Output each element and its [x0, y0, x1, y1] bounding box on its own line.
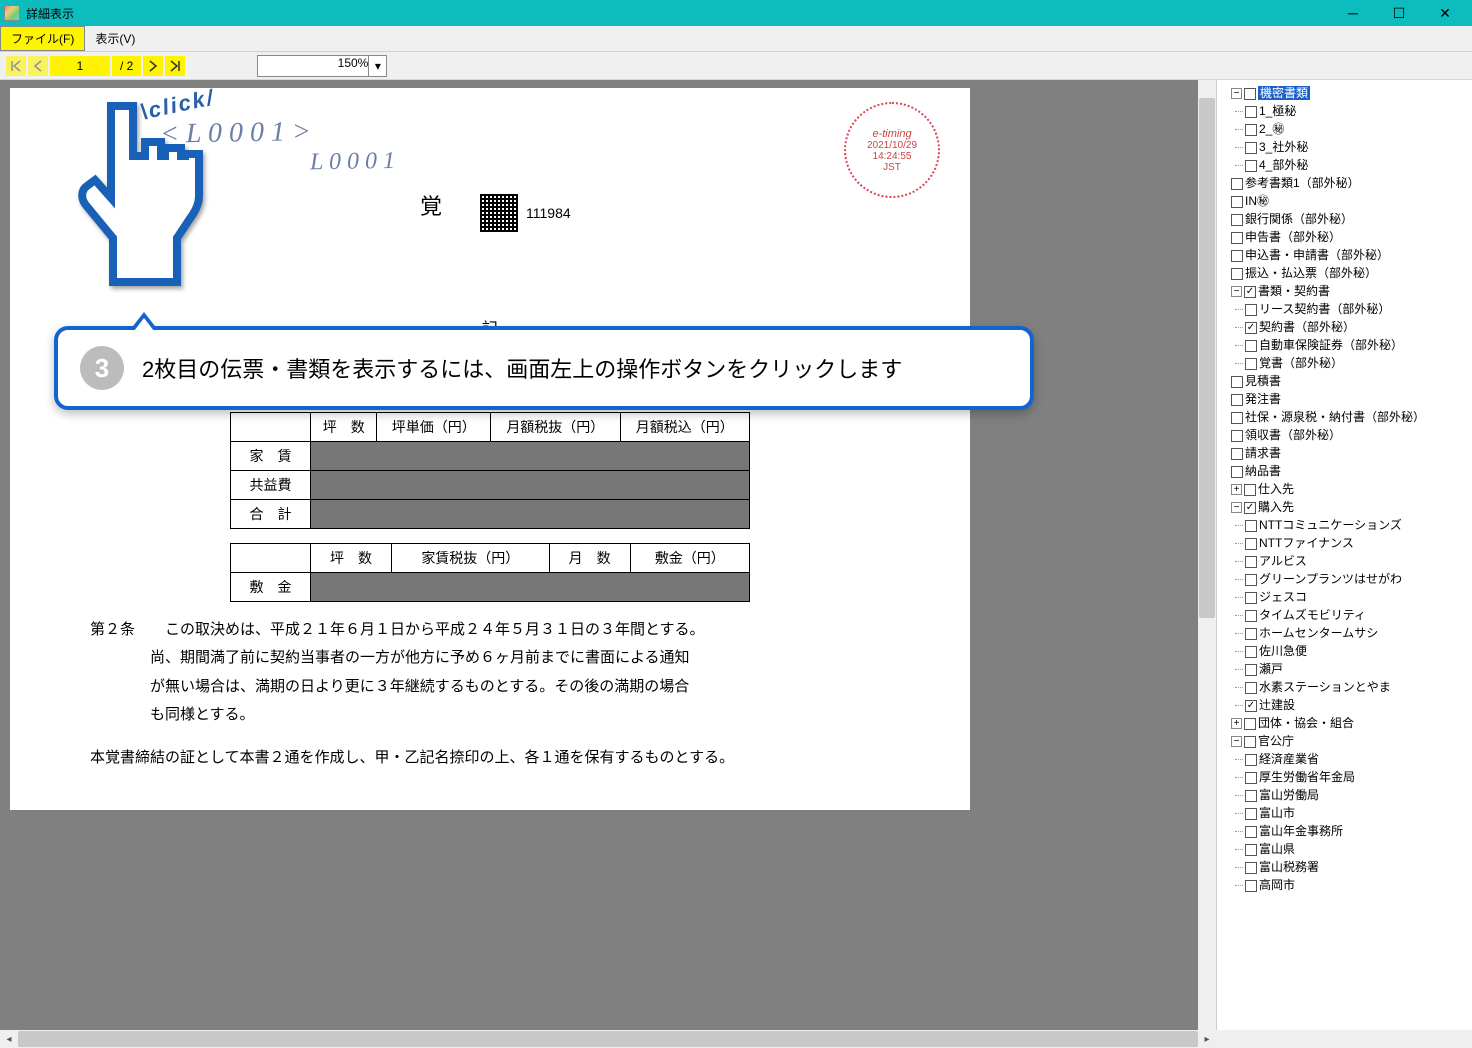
tree-item[interactable]: 1_極秘 [1245, 102, 1472, 120]
tree-item[interactable]: 振込・払込票（部外秘） [1231, 264, 1472, 282]
tree-item[interactable]: 発注書 [1231, 390, 1472, 408]
tree-item[interactable]: 富山年金事務所 [1245, 822, 1472, 840]
tree-item[interactable]: 覚書（部外秘） [1245, 354, 1472, 372]
instruction-callout: 3 2枚目の伝票・書類を表示するには、画面左上の操作ボタンをクリックします [54, 326, 1034, 410]
tree-item[interactable]: 請求書 [1231, 444, 1472, 462]
next-page-icon [148, 60, 158, 72]
chevron-down-icon: ▾ [368, 56, 386, 76]
tree-item[interactable]: 申告書（部外秘） [1231, 228, 1472, 246]
tree-node-purchase[interactable]: −✓購入先 NTTコミュニケーションズ NTTファイナンス アルビス グリーンプ… [1231, 498, 1472, 714]
tree-item[interactable]: リース契約書（部外秘） [1245, 300, 1472, 318]
first-page-icon [10, 60, 22, 72]
tree-item[interactable]: 佐川急便 [1245, 642, 1472, 660]
maximize-button[interactable]: ☐ [1376, 0, 1422, 26]
zoom-select[interactable]: 150% ▾ [257, 55, 387, 77]
instruction-text: 2枚目の伝票・書類を表示するには、画面左上の操作ボタンをクリックします [142, 352, 902, 384]
tree-item[interactable]: NTTコミュニケーションズ [1245, 516, 1472, 534]
category-tree[interactable]: − 機密書類 1_極秘 2_㊙ 3_社外秘 4_部外秘 参考書類1（部外秘） I… [1216, 80, 1472, 1030]
zoom-value: 150% [338, 56, 369, 70]
tree-item[interactable]: 2_㊙ [1245, 120, 1472, 138]
titlebar: 詳細表示 ─ ☐ ✕ [0, 0, 1472, 26]
tree-item[interactable]: 経済産業省 [1245, 750, 1472, 768]
page-number-input[interactable] [50, 56, 110, 76]
tree-item[interactable]: 銀行関係（部外秘） [1231, 210, 1472, 228]
scrollbar-thumb[interactable] [18, 1031, 1198, 1047]
doc-table-2: 坪 数 家賃税抜（円） 月 数 敷金（円） 敷 金 [230, 543, 750, 602]
app-icon [4, 5, 20, 21]
last-page-button[interactable] [165, 56, 185, 76]
tree-item[interactable]: 見積書 [1231, 372, 1472, 390]
page-total-label: / 2 [112, 56, 141, 76]
tree-item[interactable]: タイムズモビリティ [1245, 606, 1472, 624]
qr-icon [480, 194, 518, 232]
menu-view[interactable]: 表示(V) [85, 26, 145, 51]
tree-item[interactable]: 水素ステーションとやま [1245, 678, 1472, 696]
tree-item[interactable]: 申込書・申請書（部外秘） [1231, 246, 1472, 264]
tree-item[interactable]: 自動車保険証券（部外秘） [1245, 336, 1472, 354]
minimize-button[interactable]: ─ [1330, 0, 1376, 26]
doc-article-2: 第２条 この取決めは、平成２１年６月１日から平成２４年５月３１日の３年間とする。… [90, 616, 890, 730]
tree-item[interactable]: 3_社外秘 [1245, 138, 1472, 156]
tree-item[interactable]: 瀬戸 [1245, 660, 1472, 678]
first-page-button[interactable] [6, 56, 26, 76]
tree-item[interactable]: 領収書（部外秘） [1231, 426, 1472, 444]
tree-node-docs[interactable]: −✓書類・契約書 リース契約書（部外秘） ✓契約書（部外秘） 自動車保険証券（部… [1231, 282, 1472, 372]
expander-icon[interactable]: + [1231, 718, 1242, 729]
tree-node-gov[interactable]: − 官公庁 経済産業省 厚生労働省年金局 富山労働局 富山市 富山年金事務所 富… [1231, 732, 1472, 894]
expander-icon[interactable]: − [1231, 88, 1242, 99]
tree-item[interactable]: 富山市 [1245, 804, 1472, 822]
toolbar: / 2 150% ▾ [0, 52, 1472, 80]
menubar: ファイル(F) 表示(V) [0, 26, 1472, 52]
tree-item[interactable]: 参考書類1（部外秘） [1231, 174, 1472, 192]
tree-item[interactable]: NTTファイナンス [1245, 534, 1472, 552]
tree-item[interactable]: 高岡市 [1245, 876, 1472, 894]
tree-item[interactable]: + 団体・協会・組合 [1231, 714, 1472, 732]
tree-item[interactable]: 厚生労働省年金局 [1245, 768, 1472, 786]
doc-article-3: 本覚書締結の証として本書２通を作成し、甲・乙記名捺印の上、各１通を保有するものと… [90, 744, 890, 773]
tree-item[interactable]: グリーンプランツはせがわ [1245, 570, 1472, 588]
expander-icon[interactable]: − [1231, 502, 1242, 513]
qr-number: 111984 [526, 205, 571, 221]
tree-item[interactable]: アルビス [1245, 552, 1472, 570]
step-number-badge: 3 [80, 346, 124, 390]
tree-item[interactable]: ✓契約書（部外秘） [1245, 318, 1472, 336]
last-page-icon [169, 60, 181, 72]
window-title: 詳細表示 [26, 5, 1330, 22]
tree-item[interactable]: 富山税務署 [1245, 858, 1472, 876]
hand-cursor-icon [60, 96, 210, 306]
prev-page-button[interactable] [28, 56, 48, 76]
prev-page-icon [33, 60, 43, 72]
tree-item[interactable]: ジェスコ [1245, 588, 1472, 606]
expander-icon[interactable]: − [1231, 286, 1242, 297]
menu-file[interactable]: ファイル(F) [0, 26, 85, 51]
next-page-button[interactable] [143, 56, 163, 76]
horizontal-scrollbar[interactable]: ◂ ▸ [0, 1030, 1472, 1048]
expander-icon[interactable]: − [1231, 736, 1242, 747]
tree-item[interactable]: 4_部外秘 [1245, 156, 1472, 174]
tree-item[interactable]: 富山労働局 [1245, 786, 1472, 804]
scroll-left-icon[interactable]: ◂ [0, 1030, 18, 1048]
scroll-right-icon[interactable]: ▸ [1198, 1030, 1216, 1048]
tree-item[interactable]: 社保・源泉税・納付書（部外秘） [1231, 408, 1472, 426]
tree-item[interactable]: IN㊙ [1231, 192, 1472, 210]
tree-item[interactable]: 納品書 [1231, 462, 1472, 480]
expander-icon[interactable]: + [1231, 484, 1242, 495]
doc-table-1: 坪 数 坪単価（円） 月額税抜（円） 月額税込（円） 家 賃 共益費 合 計 [230, 412, 750, 529]
tree-item[interactable]: + 仕入先 [1231, 480, 1472, 498]
scrollbar-thumb[interactable] [1199, 98, 1215, 618]
tree-item[interactable]: ✓辻建設 [1245, 696, 1472, 714]
tree-item[interactable]: 富山県 [1245, 840, 1472, 858]
tree-item[interactable]: ホームセンタームサシ [1245, 624, 1472, 642]
doc-vertical-scrollbar[interactable] [1198, 80, 1216, 1030]
close-button[interactable]: ✕ [1422, 0, 1468, 26]
qr-block: 111984 [480, 194, 571, 232]
tree-node-root[interactable]: − 機密書類 1_極秘 2_㊙ 3_社外秘 4_部外秘 [1231, 84, 1472, 174]
